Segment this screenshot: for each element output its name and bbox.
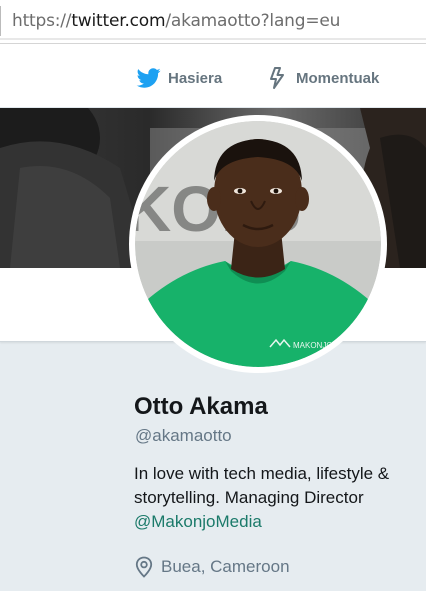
nav-home-label: Hasiera: [168, 69, 223, 87]
nav-moments-label: Momentuak: [296, 69, 380, 87]
bio-mention-link[interactable]: @MakonjoMedia: [134, 512, 262, 531]
location-text: Buea, Cameroon: [161, 557, 290, 576]
svg-text:MAKONJO MEDIA: MAKONJO MEDIA: [293, 341, 361, 350]
profile-location: Buea, Cameroon: [135, 556, 290, 578]
url-text[interactable]: https://twitter.com/akamaotto?lang=eu: [12, 11, 340, 31]
address-bar-edge: [0, 6, 8, 36]
url-path: /akamaotto?lang=eu: [165, 11, 341, 31]
twitter-bird-icon: [136, 68, 161, 88]
profile-handle[interactable]: @akamaotto: [135, 426, 232, 446]
nav-moments[interactable]: Momentuak: [264, 66, 379, 90]
avatar-image: KONJ MAKONJO MEDIA: [135, 121, 381, 367]
profile-bio: In love with tech media, lifestyle & sto…: [134, 462, 419, 534]
url-host: twitter.com: [71, 11, 166, 31]
profile-avatar[interactable]: KONJ MAKONJO MEDIA: [129, 115, 387, 373]
profile-name: Otto Akama: [134, 393, 268, 420]
nav-home[interactable]: Hasiera: [136, 66, 222, 90]
lightning-icon: [270, 67, 284, 89]
browser-address-bar[interactable]: https://twitter.com/akamaotto?lang=eu: [0, 0, 426, 44]
location-pin-icon: [135, 556, 153, 578]
top-navigation: Hasiera Momentuak: [0, 44, 426, 108]
bio-text: In love with tech media, lifestyle & sto…: [134, 464, 390, 507]
url-scheme: https://: [12, 11, 72, 31]
address-bar-divider: [0, 38, 426, 40]
